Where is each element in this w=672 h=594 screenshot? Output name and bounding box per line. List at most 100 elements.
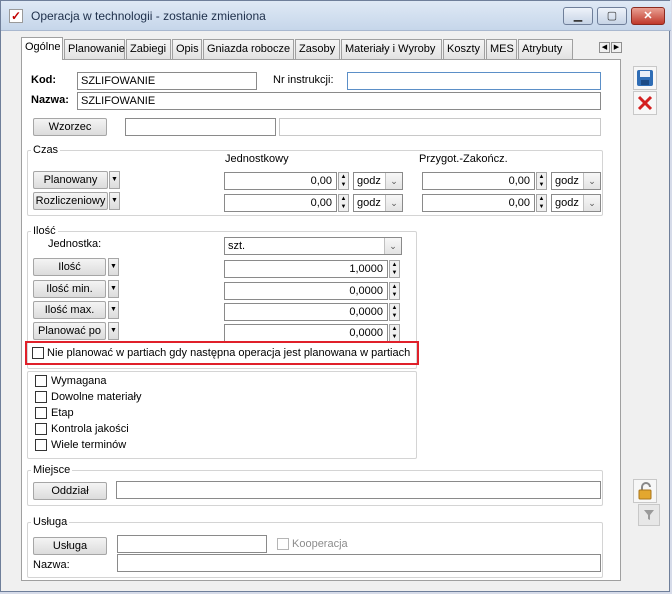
maximize-icon: ▢ (606, 10, 618, 22)
planowany-przygot-unit-select[interactable]: godz ⌄ (551, 172, 601, 190)
chevron-down-icon: ⌄ (385, 195, 402, 211)
save-button[interactable] (633, 66, 657, 90)
oddzial-button[interactable]: Oddział (33, 482, 107, 500)
save-icon (637, 70, 653, 86)
title-bar[interactable]: ✓ Operacja w technologii - zostanie zmie… (1, 1, 671, 31)
kooperacja-checkbox[interactable] (277, 538, 289, 550)
usluga-nazwa-input[interactable] (117, 554, 601, 572)
planowany-przygot-input[interactable]: 0,00 (422, 172, 535, 190)
spin-up-icon: ▲ (391, 305, 398, 311)
lock-button[interactable] (633, 479, 657, 503)
wymagana-checkbox[interactable] (35, 375, 47, 387)
spin-down-icon: ▼ (391, 313, 398, 319)
lock-icon (638, 482, 652, 500)
tab-opis[interactable]: Opis (172, 39, 202, 59)
rozliczeniowy-button[interactable]: Rozliczeniowy (33, 192, 108, 210)
chevron-down-icon: ▼ (111, 176, 118, 183)
dowolne-materialy-checkbox[interactable] (35, 391, 47, 403)
ilosc-spinner[interactable]: ▲ ▼ (389, 260, 400, 278)
spin-down-icon: ▼ (538, 204, 545, 210)
usluga-input[interactable] (117, 535, 267, 553)
ilosc-dropdown[interactable]: ▼ (108, 258, 119, 276)
planowac-po-button[interactable]: Planować po (33, 322, 106, 340)
tab-gniazda-robocze[interactable]: Gniazda robocze (203, 39, 294, 59)
tab-koszty[interactable]: Koszty (443, 39, 485, 59)
ilosc-max-button[interactable]: Ilość max. (33, 301, 106, 319)
close-button[interactable]: ✕ (631, 7, 665, 25)
unit-value: godz (555, 175, 579, 187)
tab-materialy-i-wyroby[interactable]: Materiały i Wyroby (341, 39, 442, 59)
wiele-terminow-label: Wiele terminów (51, 439, 127, 451)
dialog-window: ✓ Operacja w technologii - zostanie zmie… (0, 0, 671, 592)
spin-up-icon: ▲ (391, 262, 398, 268)
tab-ogolne[interactable]: Ogólne (21, 37, 63, 60)
planowany-jednostkowy-spinner[interactable]: ▲ ▼ (338, 172, 349, 190)
spin-down-icon: ▼ (538, 182, 545, 188)
planowany-przygot-spinner[interactable]: ▲ ▼ (536, 172, 547, 190)
minimize-icon: ▁ (573, 10, 583, 22)
nie-planowac-w-partiach-checkbox[interactable] (32, 347, 44, 359)
chevron-down-icon: ⌄ (583, 173, 600, 189)
chevron-right-icon: ▶ (613, 44, 620, 51)
rozliczeniowy-jednostkowy-input[interactable]: 0,00 (224, 194, 337, 212)
etap-checkbox[interactable] (35, 407, 47, 419)
ilosc-min-input[interactable]: 0,0000 (224, 282, 388, 300)
spin-down-icon: ▼ (340, 182, 347, 188)
ilosc-input[interactable]: 1,0000 (224, 260, 388, 278)
kooperacja-label: Kooperacja (292, 538, 348, 550)
jednostka-label: Jednostka: (48, 238, 102, 250)
chevron-down-icon: ▼ (110, 285, 117, 292)
spin-up-icon: ▲ (538, 196, 545, 202)
usluga-button[interactable]: Usługa (33, 537, 107, 555)
planowany-button[interactable]: Planowany (33, 171, 108, 189)
ilosc-min-dropdown[interactable]: ▼ (108, 280, 119, 298)
planowac-po-dropdown[interactable]: ▼ (108, 322, 119, 340)
cancel-icon (637, 95, 653, 111)
planowac-po-spinner[interactable]: ▲ ▼ (389, 324, 400, 342)
ilosc-button[interactable]: Ilość (33, 258, 106, 276)
unit-value: godz (357, 197, 381, 209)
rozliczeniowy-przygot-spinner[interactable]: ▲ ▼ (536, 194, 547, 212)
wzorzec-button[interactable]: Wzorzec (33, 118, 107, 136)
dowolne-materialy-label: Dowolne materiały (51, 391, 142, 403)
planowany-jednostkowy-unit-select[interactable]: godz ⌄ (353, 172, 403, 190)
wzorzec-input[interactable] (125, 118, 276, 136)
chevron-down-icon: ▼ (111, 197, 118, 204)
cancel-button[interactable] (633, 91, 657, 115)
nazwa-input[interactable]: SZLIFOWANIE (77, 92, 601, 110)
tab-mes[interactable]: MES (486, 39, 517, 59)
nr-instrukcji-input[interactable] (347, 72, 601, 90)
rozliczeniowy-dropdown[interactable]: ▼ (109, 192, 120, 210)
planowany-dropdown[interactable]: ▼ (109, 171, 120, 189)
minimize-button[interactable]: ▁ (563, 7, 593, 25)
filter-button[interactable] (638, 504, 660, 526)
chevron-down-icon: ⌄ (385, 173, 402, 189)
rozliczeniowy-przygot-unit-select[interactable]: godz ⌄ (551, 194, 601, 212)
tab-scroll-left-button[interactable]: ◀ (599, 42, 610, 53)
ilosc-max-input[interactable]: 0,0000 (224, 303, 388, 321)
nie-planowac-w-partiach-label: Nie planować w partiach gdy następna ope… (47, 347, 411, 359)
wzorzec-name-field (279, 118, 601, 136)
wiele-terminow-checkbox[interactable] (35, 439, 47, 451)
ilosc-min-spinner[interactable]: ▲ ▼ (389, 282, 400, 300)
tab-scroll-right-button[interactable]: ▶ (611, 42, 622, 53)
planowac-po-input[interactable]: 0,0000 (224, 324, 388, 342)
oddzial-input[interactable] (116, 481, 601, 499)
tab-atrybuty[interactable]: Atrybuty (518, 39, 573, 59)
tab-planowanie[interactable]: Planowanie (64, 39, 125, 59)
ilosc-max-spinner[interactable]: ▲ ▼ (389, 303, 400, 321)
rozliczeniowy-przygot-input[interactable]: 0,00 (422, 194, 535, 212)
kontrola-jakosci-checkbox[interactable] (35, 423, 47, 435)
ilosc-max-dropdown[interactable]: ▼ (108, 301, 119, 319)
rozliczeniowy-jednostkowy-spinner[interactable]: ▲ ▼ (338, 194, 349, 212)
tab-zabiegi[interactable]: Zabiegi (126, 39, 171, 59)
rozliczeniowy-jednostkowy-unit-select[interactable]: godz ⌄ (353, 194, 403, 212)
planowany-jednostkowy-input[interactable]: 0,00 (224, 172, 337, 190)
tab-zasoby[interactable]: Zasoby (295, 39, 340, 59)
jednostka-select[interactable]: szt. ⌄ (224, 237, 402, 255)
ilosc-min-button[interactable]: Ilość min. (33, 280, 106, 298)
maximize-button[interactable]: ▢ (597, 7, 627, 25)
kod-input[interactable]: SZLIFOWANIE (77, 72, 257, 90)
kontrola-jakosci-label: Kontrola jakości (51, 423, 129, 435)
spin-up-icon: ▲ (538, 174, 545, 180)
